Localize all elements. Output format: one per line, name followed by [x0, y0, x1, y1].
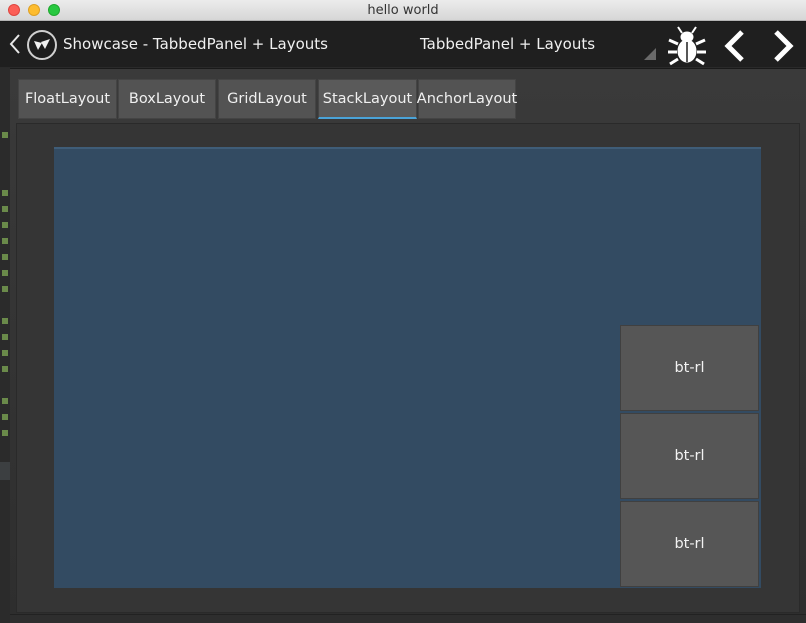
kivy-logo-icon[interactable]: [27, 30, 57, 60]
action-bar: Showcase - TabbedPanel + Layouts TabbedP…: [0, 22, 806, 68]
background-window-sliver: [0, 22, 10, 623]
stack-button-2[interactable]: bt-rl: [620, 413, 759, 499]
stack-button-3[interactable]: bt-rl: [620, 501, 759, 587]
tab-gridlayout[interactable]: GridLayout: [218, 79, 316, 119]
tab-anchorlayout[interactable]: AnchorLayout: [417, 79, 517, 119]
window-titlebar: hello world: [0, 0, 806, 21]
stack-button-1[interactable]: bt-rl: [620, 325, 759, 411]
tab-content-panel: bt-rl bt-rl bt-rl: [16, 123, 800, 613]
background-code-marks: [0, 132, 10, 452]
bug-icon[interactable]: [666, 26, 708, 66]
panel-bottom-divider: [10, 614, 806, 615]
tab-floatlayout[interactable]: FloatLayout: [18, 79, 117, 119]
stack-layout-area: bt-rl bt-rl bt-rl: [54, 147, 761, 588]
tab-boxlayout[interactable]: BoxLayout: [118, 79, 216, 119]
background-selection-bar: [0, 462, 10, 480]
app-title: Showcase - TabbedPanel + Layouts: [63, 35, 328, 53]
tabbed-panel: FloatLayout BoxLayout GridLayout StackLa…: [10, 69, 806, 623]
next-chevron-icon[interactable]: [768, 28, 798, 64]
action-bar-center-title: TabbedPanel + Layouts: [420, 35, 596, 53]
dropdown-triangle-icon[interactable]: [644, 48, 656, 60]
tab-stacklayout[interactable]: StackLayout: [318, 79, 417, 119]
previous-chevron-icon[interactable]: [720, 28, 750, 64]
chevron-left-icon[interactable]: [8, 32, 22, 56]
window-title: hello world: [367, 3, 439, 18]
